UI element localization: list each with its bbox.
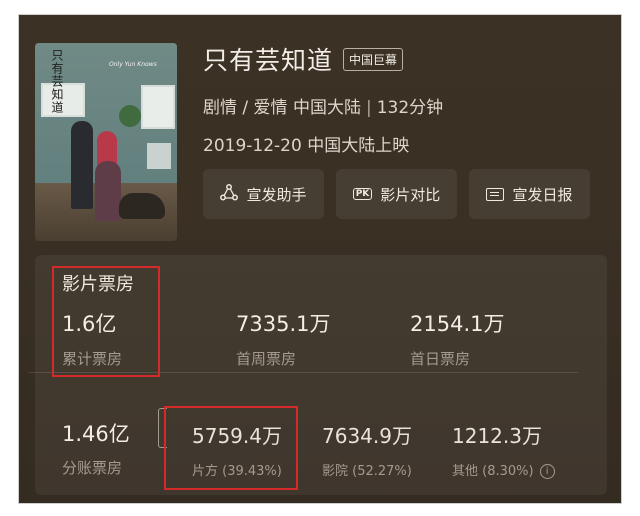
other-share-label: 其他 (8.30%) <box>452 464 534 479</box>
duration-text: 132分钟 <box>376 98 444 118</box>
first-day-value: 2154.1万 <box>410 312 505 336</box>
first-week-label: 首周票房 <box>236 350 297 368</box>
movie-meta-line: 剧情 / 爱情 中国大陆 | 132分钟 <box>203 93 443 118</box>
poster-title-text: 只有芸知道 <box>50 49 64 114</box>
pk-icon: PK <box>352 188 373 200</box>
cinema-share-value: 7634.9万 <box>322 424 412 448</box>
meta-separator: | <box>365 98 372 118</box>
action-bar: 宣发助手 PK 影片对比 宣发日报 <box>203 169 590 219</box>
movie-compare-label: 影片对比 <box>380 185 441 204</box>
poster-person <box>95 161 121 221</box>
poster-person <box>71 121 93 209</box>
promo-assistant-button[interactable]: 宣发助手 <box>203 169 324 219</box>
total-box-office-highlight <box>52 266 160 377</box>
region-text: 中国大陆 <box>292 98 361 118</box>
info-icon[interactable]: i <box>539 464 555 479</box>
title-row: 只有芸知道 中国巨幕 <box>203 41 404 77</box>
poster-window <box>141 85 175 129</box>
first-week-value: 7335.1万 <box>236 312 331 336</box>
first-day-label: 首日票房 <box>410 350 471 368</box>
report-card-icon <box>486 187 505 201</box>
movie-poster[interactable]: 只有芸知道 Only Yun Knows <box>35 43 177 241</box>
movie-title: 只有芸知道 <box>203 46 334 75</box>
share-triangle-icon <box>220 183 239 205</box>
poster-dog <box>119 193 165 219</box>
promo-report-label: 宣发日报 <box>512 185 573 204</box>
split-box-office-label: 分账票房 <box>62 459 123 477</box>
other-share-row: 其他 (8.30%) i <box>452 460 555 479</box>
genre-text: 剧情 / 爱情 <box>203 98 288 118</box>
poster-subtitle-text: Only Yun Knows <box>109 61 157 68</box>
release-line: 2019-12-20 中国大陆上映 <box>203 136 410 156</box>
promo-assistant-label: 宣发助手 <box>246 185 307 204</box>
cinema-share-label: 影院 (52.27%) <box>322 464 412 479</box>
movie-compare-button[interactable]: PK 影片对比 <box>336 169 457 219</box>
poster-window <box>147 143 171 169</box>
promo-report-button[interactable]: 宣发日报 <box>469 169 590 219</box>
poster-tree <box>119 105 141 127</box>
other-share-value: 1212.3万 <box>452 424 542 448</box>
producer-share-highlight <box>164 406 298 490</box>
format-tag: 中国巨幕 <box>343 47 404 71</box>
split-box-office-value: 1.46亿 <box>62 422 130 446</box>
